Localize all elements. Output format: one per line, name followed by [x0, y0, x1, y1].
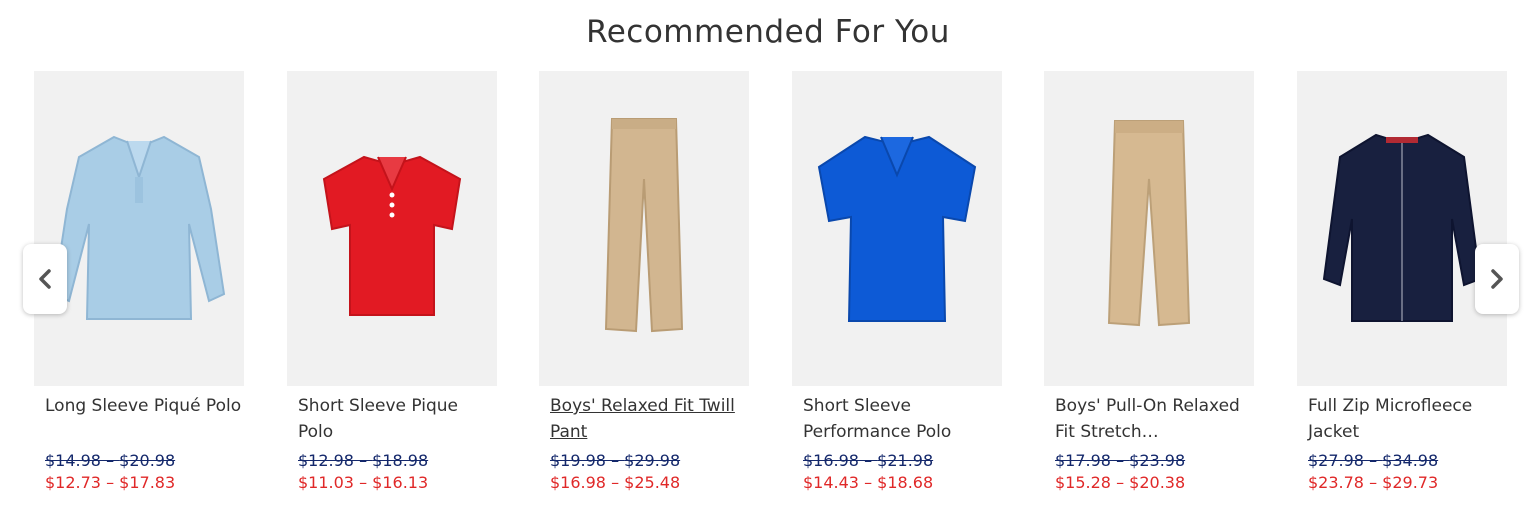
- product-card[interactable]: Short Sleeve Performance Polo $16.98 – $…: [792, 71, 1002, 494]
- sale-price: $16.98 – $25.48: [550, 473, 681, 492]
- original-price: $17.98 – $23.98: [1055, 451, 1186, 470]
- khaki-pant-image: [604, 117, 684, 332]
- sale-price: $23.78 – $29.73: [1308, 473, 1439, 492]
- product-card[interactable]: Short Sleeve Pique Polo $12.98 – $18.98 …: [287, 71, 497, 494]
- product-card[interactable]: Boys' Relaxed Fit Twill Pant $19.98 – $2…: [539, 71, 749, 494]
- sale-price: $15.28 – $20.38: [1055, 473, 1186, 492]
- original-price: $14.98 – $20.98: [45, 451, 176, 470]
- fleece-jacket-image: [1322, 133, 1482, 322]
- original-price: $16.98 – $21.98: [803, 451, 934, 470]
- carousel-prev-button[interactable]: [23, 244, 67, 314]
- product-name[interactable]: Short Sleeve Performance Polo: [792, 393, 1002, 445]
- product-image[interactable]: [792, 71, 1002, 386]
- product-name[interactable]: Boys' Relaxed Fit Twill Pant: [539, 393, 749, 445]
- product-image[interactable]: [287, 71, 497, 386]
- product-image[interactable]: [34, 71, 244, 386]
- product-name[interactable]: Full Zip Microfleece Jacket: [1297, 393, 1507, 445]
- original-price: $12.98 – $18.98: [298, 451, 429, 470]
- product-name[interactable]: Boys' Pull-On Relaxed Fit Stretch…: [1044, 393, 1254, 445]
- product-card[interactable]: Boys' Pull-On Relaxed Fit Stretch… $17.9…: [1044, 71, 1254, 494]
- sale-price: $14.43 – $18.68: [803, 473, 934, 492]
- product-image[interactable]: [1044, 71, 1254, 386]
- product-name[interactable]: Long Sleeve Piqué Polo: [34, 393, 244, 445]
- chevron-left-icon: [39, 269, 51, 289]
- long-sleeve-polo-image: [52, 135, 226, 320]
- product-name[interactable]: Short Sleeve Pique Polo: [287, 393, 497, 445]
- chevron-right-icon: [1491, 269, 1503, 289]
- section-title: Recommended For You: [586, 14, 950, 50]
- pull-on-pant-image: [1107, 119, 1191, 326]
- red-polo-image: [322, 155, 462, 316]
- product-image[interactable]: [539, 71, 749, 386]
- original-price: $27.98 – $34.98: [1308, 451, 1439, 470]
- sale-price: $11.03 – $16.13: [298, 473, 429, 492]
- carousel-next-button[interactable]: [1475, 244, 1519, 314]
- original-price: $19.98 – $29.98: [550, 451, 681, 470]
- product-image[interactable]: [1297, 71, 1507, 386]
- sale-price: $12.73 – $17.83: [45, 473, 176, 492]
- blue-polo-image: [817, 135, 977, 322]
